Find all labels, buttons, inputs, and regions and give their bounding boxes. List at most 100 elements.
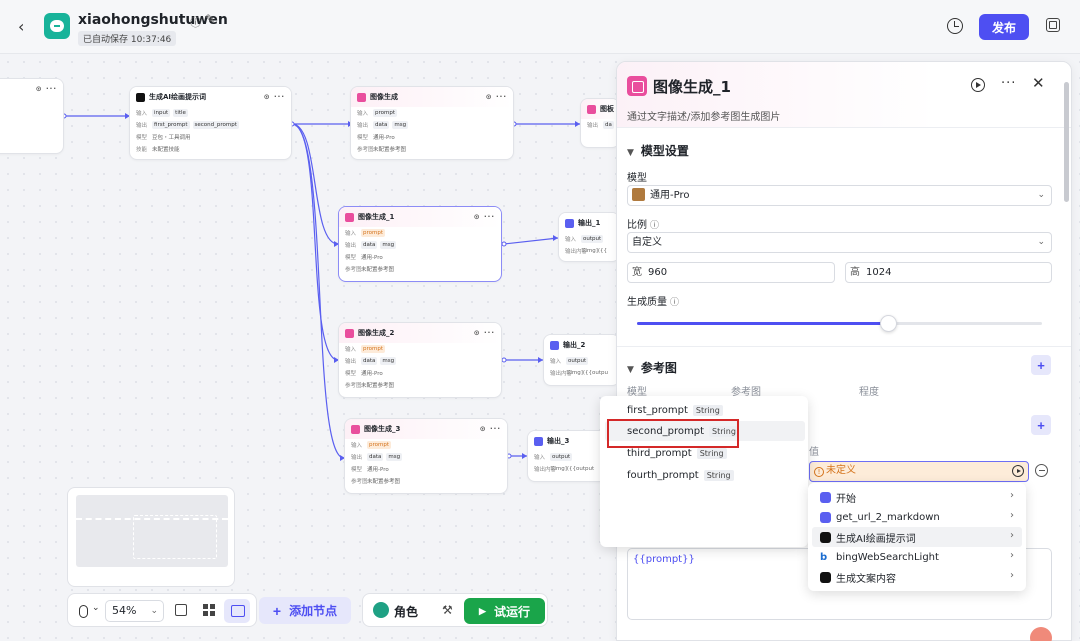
- role-avatar-icon[interactable]: [373, 602, 389, 618]
- variable-name: first_prompt: [627, 404, 688, 416]
- history-icon[interactable]: [947, 18, 963, 34]
- node-source-option[interactable]: 开始 ›: [812, 487, 1022, 507]
- layout-icon[interactable]: [203, 604, 215, 616]
- output-node-icon: [565, 218, 574, 228]
- ratio-label: 比例 ⓘ: [627, 216, 659, 231]
- output-pill: msg: [392, 121, 409, 129]
- variable-name: fourth_prompt: [627, 469, 699, 481]
- minimap-toggle-button[interactable]: [224, 599, 250, 623]
- type-tag: String: [703, 469, 734, 481]
- undefined-label: 未定义: [826, 465, 856, 476]
- play-icon: ▶: [479, 605, 486, 616]
- info-icon[interactable]: ⓘ: [650, 218, 659, 231]
- publish-button[interactable]: 发布: [979, 14, 1029, 40]
- add-reference-button[interactable]: +: [1031, 355, 1051, 375]
- row-label: 模型: [351, 467, 363, 473]
- node-image-gen-2[interactable]: 图像生成_2 ⊙ ··· 输入 prompt 输出 data msg 模型 通用-Pro…: [338, 322, 502, 398]
- bing-icon: b: [820, 551, 828, 563]
- output-pill: msg: [380, 241, 397, 249]
- more-icon[interactable]: ···: [1001, 76, 1016, 91]
- node-source-option[interactable]: b bingWebSearchLight ›: [812, 547, 1022, 567]
- column-degree: 程度: [859, 387, 879, 398]
- input-pill: output: [550, 453, 573, 461]
- zoom-select[interactable]: 54% ⌄: [105, 600, 164, 622]
- node-image-gen[interactable]: 图像生成 ⊙ ··· 输入 prompt 输出 data msg 模型 通用-Pro 参…: [350, 86, 514, 160]
- quality-slider[interactable]: [637, 315, 1042, 332]
- width-value: 960: [648, 267, 668, 278]
- info-icon[interactable]: ⓘ: [190, 14, 201, 30]
- row-label: 技能: [136, 147, 148, 153]
- row-label: 输入: [345, 231, 357, 237]
- highlight-annotation: [607, 419, 739, 448]
- node-output-1[interactable]: 输出_1 输入 output 输出内容 ![img]({{: [558, 212, 620, 262]
- add-node-button[interactable]: + 添加节点: [259, 597, 351, 624]
- row-label: 输出: [357, 123, 369, 129]
- row-label: 输入: [345, 347, 357, 353]
- height-field[interactable]: 高 1024: [845, 262, 1052, 283]
- image-gen-icon: [627, 76, 647, 96]
- model-select[interactable]: 通用-Pro ⌄: [627, 185, 1052, 206]
- ratio-select[interactable]: 自定义 ⌄: [627, 232, 1052, 253]
- node-source-option[interactable]: get_url_2_markdown ›: [812, 507, 1022, 527]
- width-field[interactable]: 宽 960: [627, 262, 835, 283]
- app-logo: [44, 13, 70, 39]
- chevron-right-icon: ›: [1010, 530, 1014, 541]
- variable-option[interactable]: first_prompt String: [605, 400, 805, 420]
- back-arrow-icon[interactable]: ‹: [18, 17, 34, 36]
- slider-thumb[interactable]: [880, 315, 898, 332]
- node-image-gen-3[interactable]: 图像生成_3 ⊙ ··· 输入 prompt 输出 data msg 模型 通用-Pro…: [344, 418, 508, 494]
- scrollbar[interactable]: [1064, 82, 1069, 202]
- row-label: 输入: [550, 359, 562, 365]
- section-title: 模型设置: [640, 144, 689, 158]
- option-label: 生成文案内容: [836, 573, 896, 585]
- node-source-option[interactable]: 生成文案内容 ›: [812, 567, 1022, 587]
- node-title: 输出_2: [563, 341, 586, 349]
- node-controls-icon[interactable]: ⊙ ···: [474, 213, 495, 221]
- chevron-right-icon: ›: [1010, 570, 1014, 581]
- model-value: 通用-Pro: [650, 190, 690, 201]
- llm-node-icon: [820, 531, 831, 543]
- image-gen-icon: [345, 212, 354, 222]
- comment-icon[interactable]: [175, 604, 187, 616]
- panel-title[interactable]: 图像生成_1: [653, 76, 731, 97]
- chevron-down-icon: ⌄: [1037, 190, 1045, 200]
- variable-option[interactable]: fourth_prompt String: [605, 465, 805, 485]
- node-controls-icon[interactable]: ⊙ ···: [474, 329, 495, 337]
- node-source-option[interactable]: 生成AI绘画提示词 ›: [812, 527, 1022, 547]
- close-icon[interactable]: ✕: [1032, 74, 1045, 92]
- height-prefix: 高: [850, 267, 860, 278]
- node-controls-icon[interactable]: ⊙ ···: [480, 425, 501, 433]
- model-settings-section[interactable]: ▼ 模型设置: [627, 142, 689, 159]
- output-node-icon: [550, 340, 559, 350]
- node-image-gen-1[interactable]: 图像生成_1 ⊙ ··· 输入 prompt 输出 data msg 模型 通用-Pro…: [338, 206, 502, 282]
- add-input-button[interactable]: +: [1031, 415, 1051, 435]
- window-icon[interactable]: [1046, 18, 1060, 32]
- node-controls-icon[interactable]: ⊙ ···: [486, 93, 507, 101]
- reference-section[interactable]: ▼ 参考图: [627, 359, 677, 376]
- node-output-2[interactable]: 输出_2 输入 output 输出内容 ![img]({{outpu: [543, 334, 620, 386]
- row-label: 模型: [357, 135, 369, 141]
- input-pill: output: [581, 235, 604, 243]
- minimap[interactable]: [67, 487, 235, 587]
- test-run-button[interactable]: ▶ 试运行: [464, 598, 545, 624]
- variable-name: third_prompt: [627, 447, 692, 459]
- row-label: 参考图: [357, 147, 374, 153]
- node-controls-icon[interactable]: ⊙ ···: [36, 85, 57, 93]
- node-controls-icon[interactable]: ⊙ ···: [264, 93, 285, 101]
- info-icon[interactable]: ⓘ: [670, 295, 679, 308]
- mouse-icon[interactable]: [79, 605, 88, 618]
- edit-icon[interactable]: ✎: [205, 12, 215, 26]
- variable-picker-icon[interactable]: [1012, 465, 1024, 477]
- remove-input-icon[interactable]: [1035, 464, 1048, 477]
- variable-select[interactable]: ! 未定义: [809, 461, 1029, 482]
- chevron-down-icon: ▼: [627, 148, 634, 158]
- role-label[interactable]: 角色: [394, 603, 418, 620]
- node-generate-prompt[interactable]: 生成AI绘画提示词 ⊙ ··· 输入 input title 输出 first_pro…: [129, 86, 292, 160]
- wrench-icon[interactable]: ⚒: [442, 603, 453, 617]
- run-node-icon[interactable]: [971, 78, 985, 92]
- node-image-gen-partial[interactable]: 图板 输出 da: [580, 98, 620, 148]
- output-content: ![img]({{outpu: [566, 370, 609, 376]
- node-start-partial[interactable]: ⊙ ···: [0, 78, 64, 154]
- chevron-down-icon[interactable]: ⌄: [92, 603, 100, 613]
- row-label: 参考图: [345, 267, 362, 273]
